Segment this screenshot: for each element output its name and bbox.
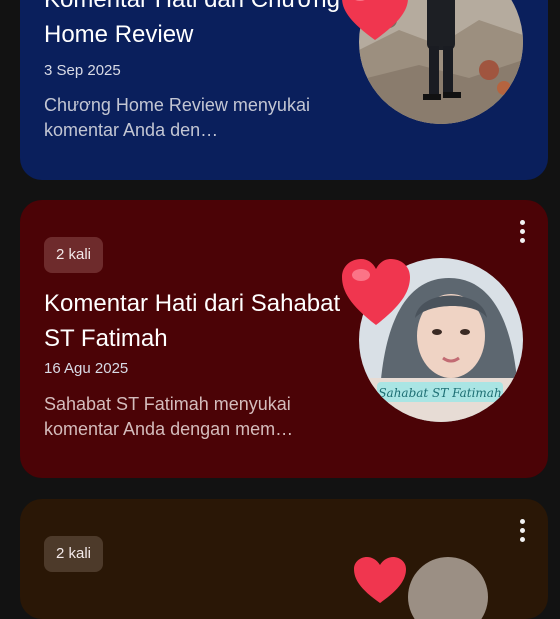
notification-description: Chương Home Review menyukai komentar And… xyxy=(44,95,310,140)
avatar-caption: Sahabat ST Fatimah xyxy=(378,386,501,400)
notification-card[interactable]: Komentar Hati dari Chương Home Review 3 … xyxy=(20,0,548,180)
more-options-button[interactable] xyxy=(510,216,534,246)
count-badge: 2 kali xyxy=(44,536,104,572)
notification-card[interactable]: 2 kali Komentar Hati dari Sahabat ST Fat… xyxy=(20,200,548,478)
notification-title: Komentar Hati dari Sahabat ST Fatimah xyxy=(44,290,341,352)
notification-date: 3 Sep 2025 xyxy=(44,62,121,79)
count-badge: 2 kali xyxy=(44,237,104,273)
more-vertical-icon xyxy=(519,219,525,225)
heart-icon xyxy=(354,557,406,603)
heart-icon xyxy=(342,0,408,40)
notification-title: Komentar Hati dari Chương Home Review xyxy=(44,0,340,48)
avatar[interactable] xyxy=(408,557,488,619)
notification-card[interactable]: 2 kali xyxy=(20,499,548,619)
notification-date: 16 Agu 2025 xyxy=(44,360,129,377)
more-vertical-icon xyxy=(519,518,525,524)
heart-icon xyxy=(342,259,410,325)
notification-description: Sahabat ST Fatimah menyukai komentar And… xyxy=(44,394,294,439)
more-options-button[interactable] xyxy=(510,515,534,545)
